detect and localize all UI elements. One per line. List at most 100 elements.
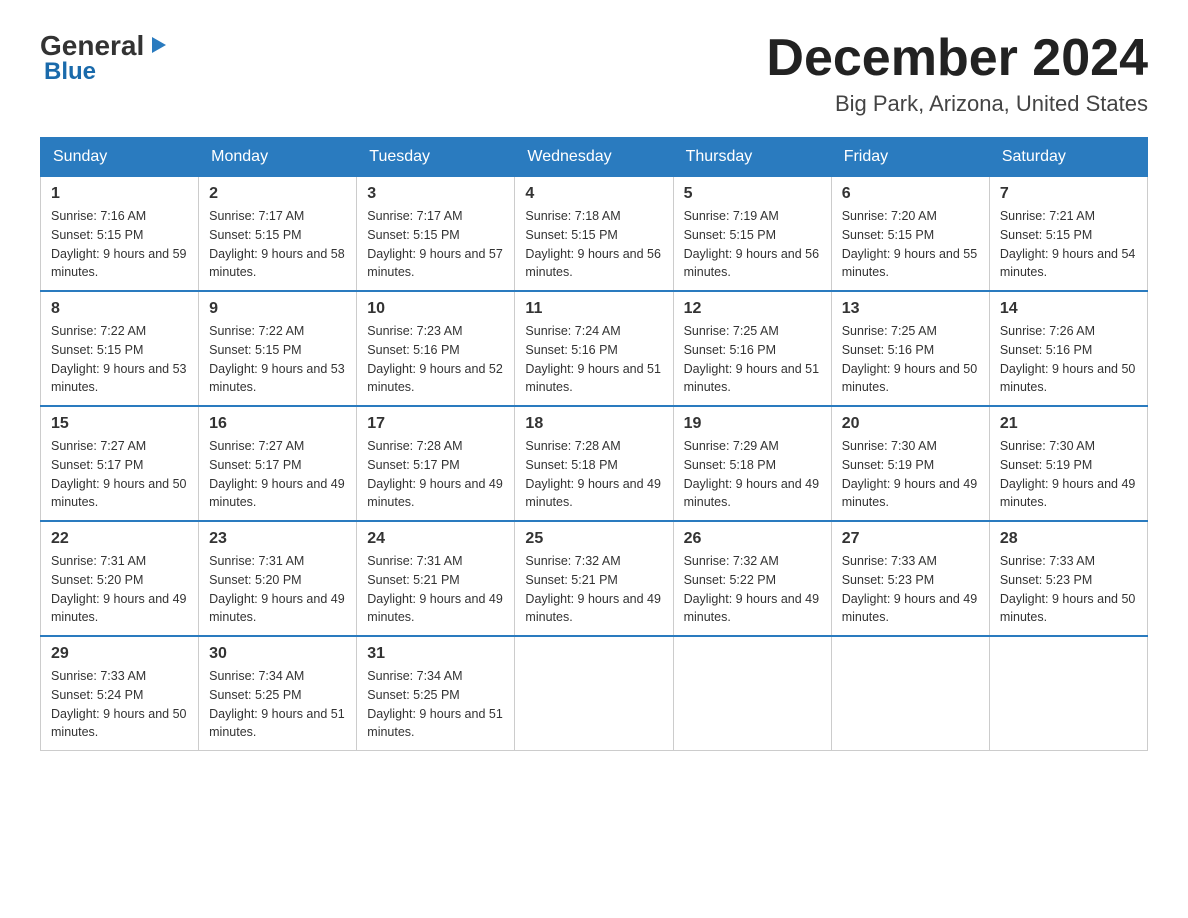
sunset-label: Sunset: [367, 688, 413, 702]
calendar-cell: 12 Sunrise: 7:25 AM Sunset: 5:16 PM Dayl… [673, 291, 831, 406]
calendar-cell: 2 Sunrise: 7:17 AM Sunset: 5:15 PM Dayli… [199, 177, 357, 292]
sunrise-value: 7:33 AM [1049, 554, 1095, 568]
calendar-day-header: Sunday [41, 138, 199, 177]
sunrise-label: Sunrise: [209, 669, 258, 683]
day-info: Sunrise: 7:22 AM Sunset: 5:15 PM Dayligh… [209, 322, 346, 397]
day-info: Sunrise: 7:28 AM Sunset: 5:17 PM Dayligh… [367, 437, 504, 512]
sunset-value: 5:23 PM [1046, 573, 1093, 587]
sunset-value: 5:16 PM [413, 343, 460, 357]
sunrise-label: Sunrise: [209, 209, 258, 223]
sunset-label: Sunset: [684, 228, 730, 242]
daylight-label: Daylight: 9 hours and 49 minutes. [684, 477, 820, 510]
calendar-cell: 6 Sunrise: 7:20 AM Sunset: 5:15 PM Dayli… [831, 177, 989, 292]
calendar-week-row: 8 Sunrise: 7:22 AM Sunset: 5:15 PM Dayli… [41, 291, 1148, 406]
sunset-value: 5:15 PM [571, 228, 618, 242]
day-info: Sunrise: 7:31 AM Sunset: 5:21 PM Dayligh… [367, 552, 504, 627]
day-info: Sunrise: 7:31 AM Sunset: 5:20 PM Dayligh… [51, 552, 188, 627]
calendar-week-row: 15 Sunrise: 7:27 AM Sunset: 5:17 PM Dayl… [41, 406, 1148, 521]
sunrise-value: 7:31 AM [417, 554, 463, 568]
day-number: 2 [209, 185, 346, 203]
sunrise-label: Sunrise: [51, 439, 100, 453]
daylight-label: Daylight: 9 hours and 50 minutes. [51, 477, 187, 510]
sunset-label: Sunset: [1000, 458, 1046, 472]
calendar-cell: 30 Sunrise: 7:34 AM Sunset: 5:25 PM Dayl… [199, 636, 357, 751]
sunset-value: 5:24 PM [97, 688, 144, 702]
sunrise-label: Sunrise: [525, 324, 574, 338]
calendar-cell: 15 Sunrise: 7:27 AM Sunset: 5:17 PM Dayl… [41, 406, 199, 521]
sunset-label: Sunset: [209, 688, 255, 702]
daylight-label: Daylight: 9 hours and 49 minutes. [842, 477, 978, 510]
sunrise-value: 7:31 AM [100, 554, 146, 568]
day-number: 25 [525, 530, 662, 548]
sunset-value: 5:16 PM [888, 343, 935, 357]
day-number: 18 [525, 415, 662, 433]
day-info: Sunrise: 7:29 AM Sunset: 5:18 PM Dayligh… [684, 437, 821, 512]
day-number: 15 [51, 415, 188, 433]
sunrise-value: 7:32 AM [733, 554, 779, 568]
day-info: Sunrise: 7:17 AM Sunset: 5:15 PM Dayligh… [209, 207, 346, 282]
sunrise-label: Sunrise: [51, 669, 100, 683]
day-number: 11 [525, 300, 662, 318]
day-number: 13 [842, 300, 979, 318]
day-number: 5 [684, 185, 821, 203]
calendar-cell: 23 Sunrise: 7:31 AM Sunset: 5:20 PM Dayl… [199, 521, 357, 636]
sunrise-value: 7:25 AM [733, 324, 779, 338]
sunrise-label: Sunrise: [842, 439, 891, 453]
daylight-label: Daylight: 9 hours and 54 minutes. [1000, 247, 1136, 280]
sunset-value: 5:16 PM [1046, 343, 1093, 357]
calendar-cell [989, 636, 1147, 751]
calendar-week-row: 1 Sunrise: 7:16 AM Sunset: 5:15 PM Dayli… [41, 177, 1148, 292]
day-info: Sunrise: 7:27 AM Sunset: 5:17 PM Dayligh… [209, 437, 346, 512]
calendar-cell: 16 Sunrise: 7:27 AM Sunset: 5:17 PM Dayl… [199, 406, 357, 521]
daylight-label: Daylight: 9 hours and 49 minutes. [209, 477, 345, 510]
logo-blue-label: Blue [44, 58, 96, 86]
sunrise-value: 7:31 AM [258, 554, 304, 568]
sunrise-label: Sunrise: [1000, 554, 1049, 568]
day-info: Sunrise: 7:18 AM Sunset: 5:15 PM Dayligh… [525, 207, 662, 282]
sunrise-value: 7:16 AM [100, 209, 146, 223]
sunrise-label: Sunrise: [1000, 439, 1049, 453]
sunset-value: 5:21 PM [571, 573, 618, 587]
daylight-label: Daylight: 9 hours and 51 minutes. [367, 707, 503, 740]
sunset-label: Sunset: [684, 458, 730, 472]
daylight-label: Daylight: 9 hours and 50 minutes. [51, 707, 187, 740]
sunset-value: 5:15 PM [888, 228, 935, 242]
day-info: Sunrise: 7:25 AM Sunset: 5:16 PM Dayligh… [684, 322, 821, 397]
sunset-label: Sunset: [684, 573, 730, 587]
daylight-label: Daylight: 9 hours and 57 minutes. [367, 247, 503, 280]
calendar-cell: 19 Sunrise: 7:29 AM Sunset: 5:18 PM Dayl… [673, 406, 831, 521]
sunset-label: Sunset: [367, 458, 413, 472]
sunrise-value: 7:26 AM [1049, 324, 1095, 338]
day-number: 7 [1000, 185, 1137, 203]
sunset-label: Sunset: [842, 458, 888, 472]
calendar-cell [831, 636, 989, 751]
sunrise-label: Sunrise: [51, 324, 100, 338]
sunrise-value: 7:33 AM [100, 669, 146, 683]
sunset-value: 5:16 PM [571, 343, 618, 357]
sunrise-label: Sunrise: [684, 209, 733, 223]
sunset-value: 5:21 PM [413, 573, 460, 587]
day-info: Sunrise: 7:31 AM Sunset: 5:20 PM Dayligh… [209, 552, 346, 627]
day-number: 10 [367, 300, 504, 318]
sunrise-value: 7:32 AM [575, 554, 621, 568]
daylight-label: Daylight: 9 hours and 58 minutes. [209, 247, 345, 280]
daylight-label: Daylight: 9 hours and 51 minutes. [684, 362, 820, 395]
sunset-label: Sunset: [1000, 573, 1046, 587]
sunrise-value: 7:20 AM [891, 209, 937, 223]
logo: General Blue [40, 30, 169, 86]
daylight-label: Daylight: 9 hours and 49 minutes. [367, 477, 503, 510]
daylight-label: Daylight: 9 hours and 51 minutes. [209, 707, 345, 740]
sunset-value: 5:19 PM [888, 458, 935, 472]
sunrise-value: 7:25 AM [891, 324, 937, 338]
daylight-label: Daylight: 9 hours and 49 minutes. [51, 592, 187, 625]
sunset-label: Sunset: [209, 458, 255, 472]
sunrise-value: 7:18 AM [575, 209, 621, 223]
day-number: 26 [684, 530, 821, 548]
sunrise-label: Sunrise: [51, 554, 100, 568]
sunset-value: 5:15 PM [413, 228, 460, 242]
day-number: 17 [367, 415, 504, 433]
calendar-cell: 29 Sunrise: 7:33 AM Sunset: 5:24 PM Dayl… [41, 636, 199, 751]
day-number: 21 [1000, 415, 1137, 433]
day-info: Sunrise: 7:22 AM Sunset: 5:15 PM Dayligh… [51, 322, 188, 397]
sunrise-value: 7:29 AM [733, 439, 779, 453]
